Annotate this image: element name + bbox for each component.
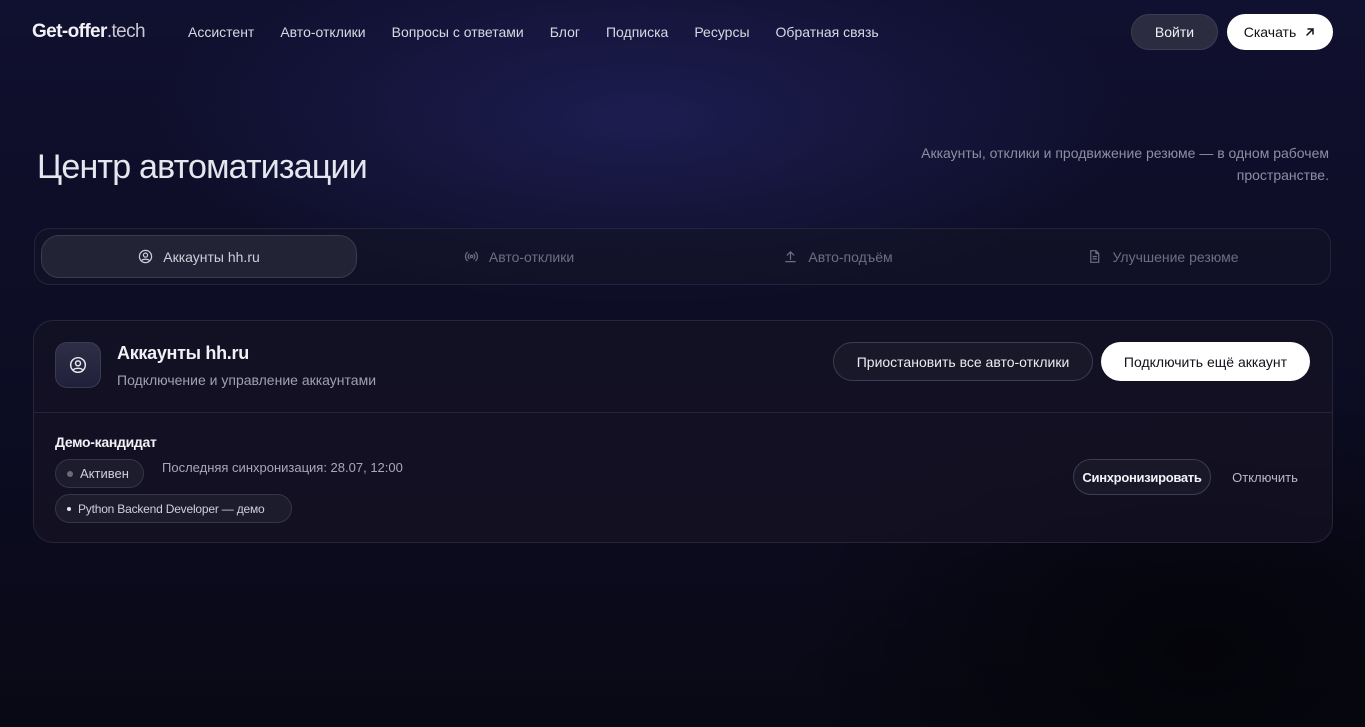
resume-badge: Python Backend Developer — демо: [55, 494, 292, 523]
card-icon-wrap: [55, 342, 101, 388]
user-circle-icon: [69, 356, 87, 374]
nav-link-auto-responses[interactable]: Авто-отклики: [280, 24, 365, 40]
nav-link-subscription[interactable]: Подписка: [606, 24, 668, 40]
nav-link-qa[interactable]: Вопросы с ответами: [392, 24, 524, 40]
card-subtitle: Подключение и управление аккаунтами: [117, 372, 377, 388]
tab-label: Авто-отклики: [488, 248, 575, 265]
section-tabs: Аккаунты hh.ru Авто-отклики Авто-подъём …: [34, 228, 1331, 285]
nav-links: Ассистент Авто-отклики Вопросы с ответам…: [188, 24, 879, 40]
tab-hh-accounts[interactable]: Аккаунты hh.ru: [41, 235, 357, 278]
status-badge: Активен: [55, 459, 144, 488]
download-label: Скачать: [1243, 24, 1297, 40]
sync-button[interactable]: Синхронизировать: [1073, 459, 1211, 495]
resume-label: Python Backend Developer — демо: [78, 501, 265, 516]
tab-label: Аккаунты hh.ru: [163, 248, 260, 265]
logo-tld: .tech: [106, 21, 146, 42]
tab-label: Авто-подъём: [808, 248, 893, 265]
card-title: Аккаунты hh.ru: [117, 343, 249, 363]
nav-link-resources[interactable]: Ресурсы: [694, 24, 749, 40]
account-name: Демо-кандидат: [55, 434, 157, 450]
nav-link-assistant[interactable]: Ассистент: [188, 24, 254, 40]
user-circle-icon: [139, 249, 153, 264]
tab-auto-responses[interactable]: Авто-отклики: [361, 235, 677, 278]
connect-account-button[interactable]: Подключить ещё аккаунт: [1101, 342, 1310, 381]
page-title: Центр автоматизации: [37, 148, 368, 186]
document-icon: [1090, 250, 1100, 263]
logo-main: Get-offer: [32, 21, 107, 42]
nav-link-feedback[interactable]: Обратная связь: [776, 24, 879, 40]
last-sync-text: Последняя синхронизация: 28.07, 12:00: [162, 460, 403, 475]
login-button[interactable]: Войти: [1131, 14, 1218, 50]
upload-icon: [785, 250, 797, 263]
pause-all-button[interactable]: Приостановить все авто-отклики: [833, 342, 1093, 381]
status-label: Активен: [80, 466, 129, 481]
broadcast-icon: [464, 251, 478, 262]
page-subtitle: Аккаунты, отклики и продвижение резюме —…: [921, 145, 1329, 183]
status-dot-icon: [67, 470, 73, 477]
card-header: Аккаунты hh.ru Подключение и управление …: [34, 321, 1332, 413]
tab-resume-improvement[interactable]: Улучшение резюме: [1000, 235, 1326, 278]
logo[interactable]: Get-offer.tech: [32, 21, 146, 43]
tab-label: Улучшение резюме: [1112, 248, 1239, 265]
top-nav: Get-offer.tech Ассистент Авто-отклики Во…: [0, 0, 1365, 64]
arrow-up-right-icon: [1306, 28, 1314, 36]
download-button[interactable]: Скачать: [1227, 14, 1333, 50]
tab-auto-boost[interactable]: Авто-подъём: [680, 235, 996, 278]
nav-link-blog[interactable]: Блог: [550, 24, 580, 40]
accounts-card: Аккаунты hh.ru Подключение и управление …: [33, 320, 1333, 543]
disconnect-button[interactable]: Отключить: [1224, 459, 1306, 495]
bullet-icon: [67, 506, 71, 511]
